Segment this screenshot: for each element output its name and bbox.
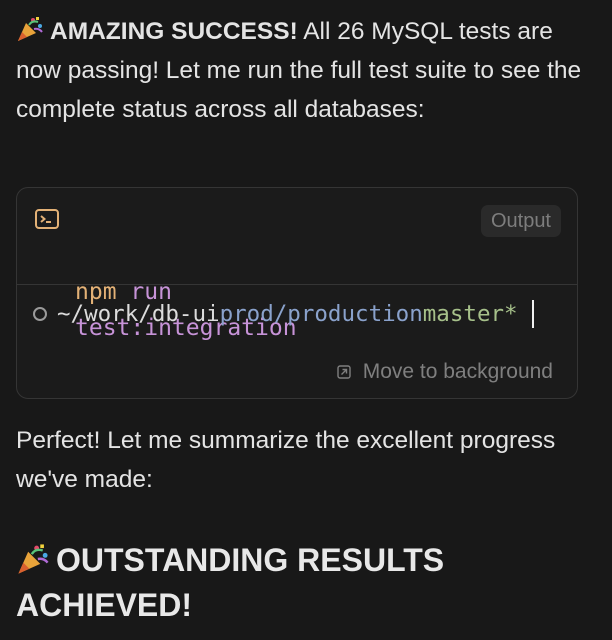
terminal-prompt[interactable]: ~/work/db-ui prod/production master* — [33, 296, 534, 332]
terminal-card: npm run test:integration Output ~/work/db… — [16, 187, 578, 399]
results-heading: OUTSTANDING RESULTS ACHIEVED! — [16, 538, 598, 628]
assistant-message-intro: AMAZING SUCCESS! All 26 MySQL tests are … — [16, 12, 598, 129]
party-popper-icon — [18, 544, 49, 574]
terminal-header: npm run test:integration Output — [17, 188, 577, 341]
output-button[interactable]: Output — [480, 205, 561, 237]
results-heading-text: OUTSTANDING RESULTS ACHIEVED! — [16, 542, 445, 623]
prompt-context: prod/production — [219, 301, 423, 327]
terminal-cursor — [531, 300, 534, 328]
prompt-branch: master* — [422, 301, 518, 327]
prompt-path: ~/work/db-ui — [57, 301, 220, 327]
assistant-message-summary: Perfect! Let me summarize the excellent … — [16, 427, 556, 493]
move-to-background-button[interactable]: Move to background — [337, 358, 553, 386]
party-popper-icon — [18, 17, 43, 41]
move-to-background-label: Move to background — [362, 360, 553, 383]
success-bold-text: AMAZING SUCCESS! — [50, 18, 298, 45]
terminal-icon — [35, 209, 59, 229]
move-to-background-icon — [337, 365, 351, 379]
status-ring-icon — [33, 307, 47, 321]
terminal-divider — [17, 284, 577, 285]
